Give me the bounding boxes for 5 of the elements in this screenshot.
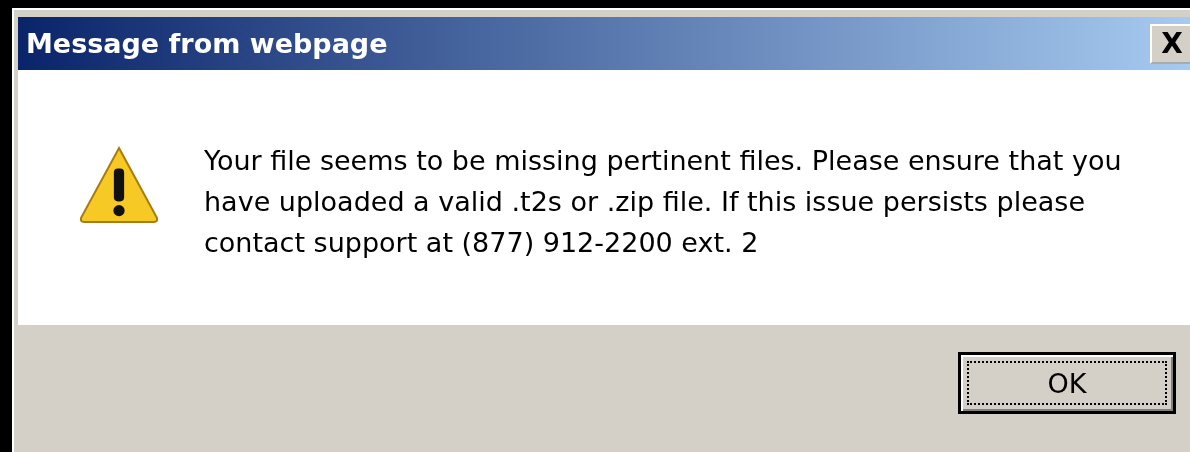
window-title: Message from webpage <box>26 28 388 59</box>
ok-button[interactable]: OK <box>958 352 1176 414</box>
close-button[interactable]: X <box>1150 23 1190 64</box>
message-text: Your file seems to be missing pertinent files. Please ensure that you have uploaded a valid .t2s or .zip file. If this issue persists please contact support at (877) 912-2200 ext. 2 <box>204 144 1123 260</box>
warning-icon <box>78 144 160 226</box>
